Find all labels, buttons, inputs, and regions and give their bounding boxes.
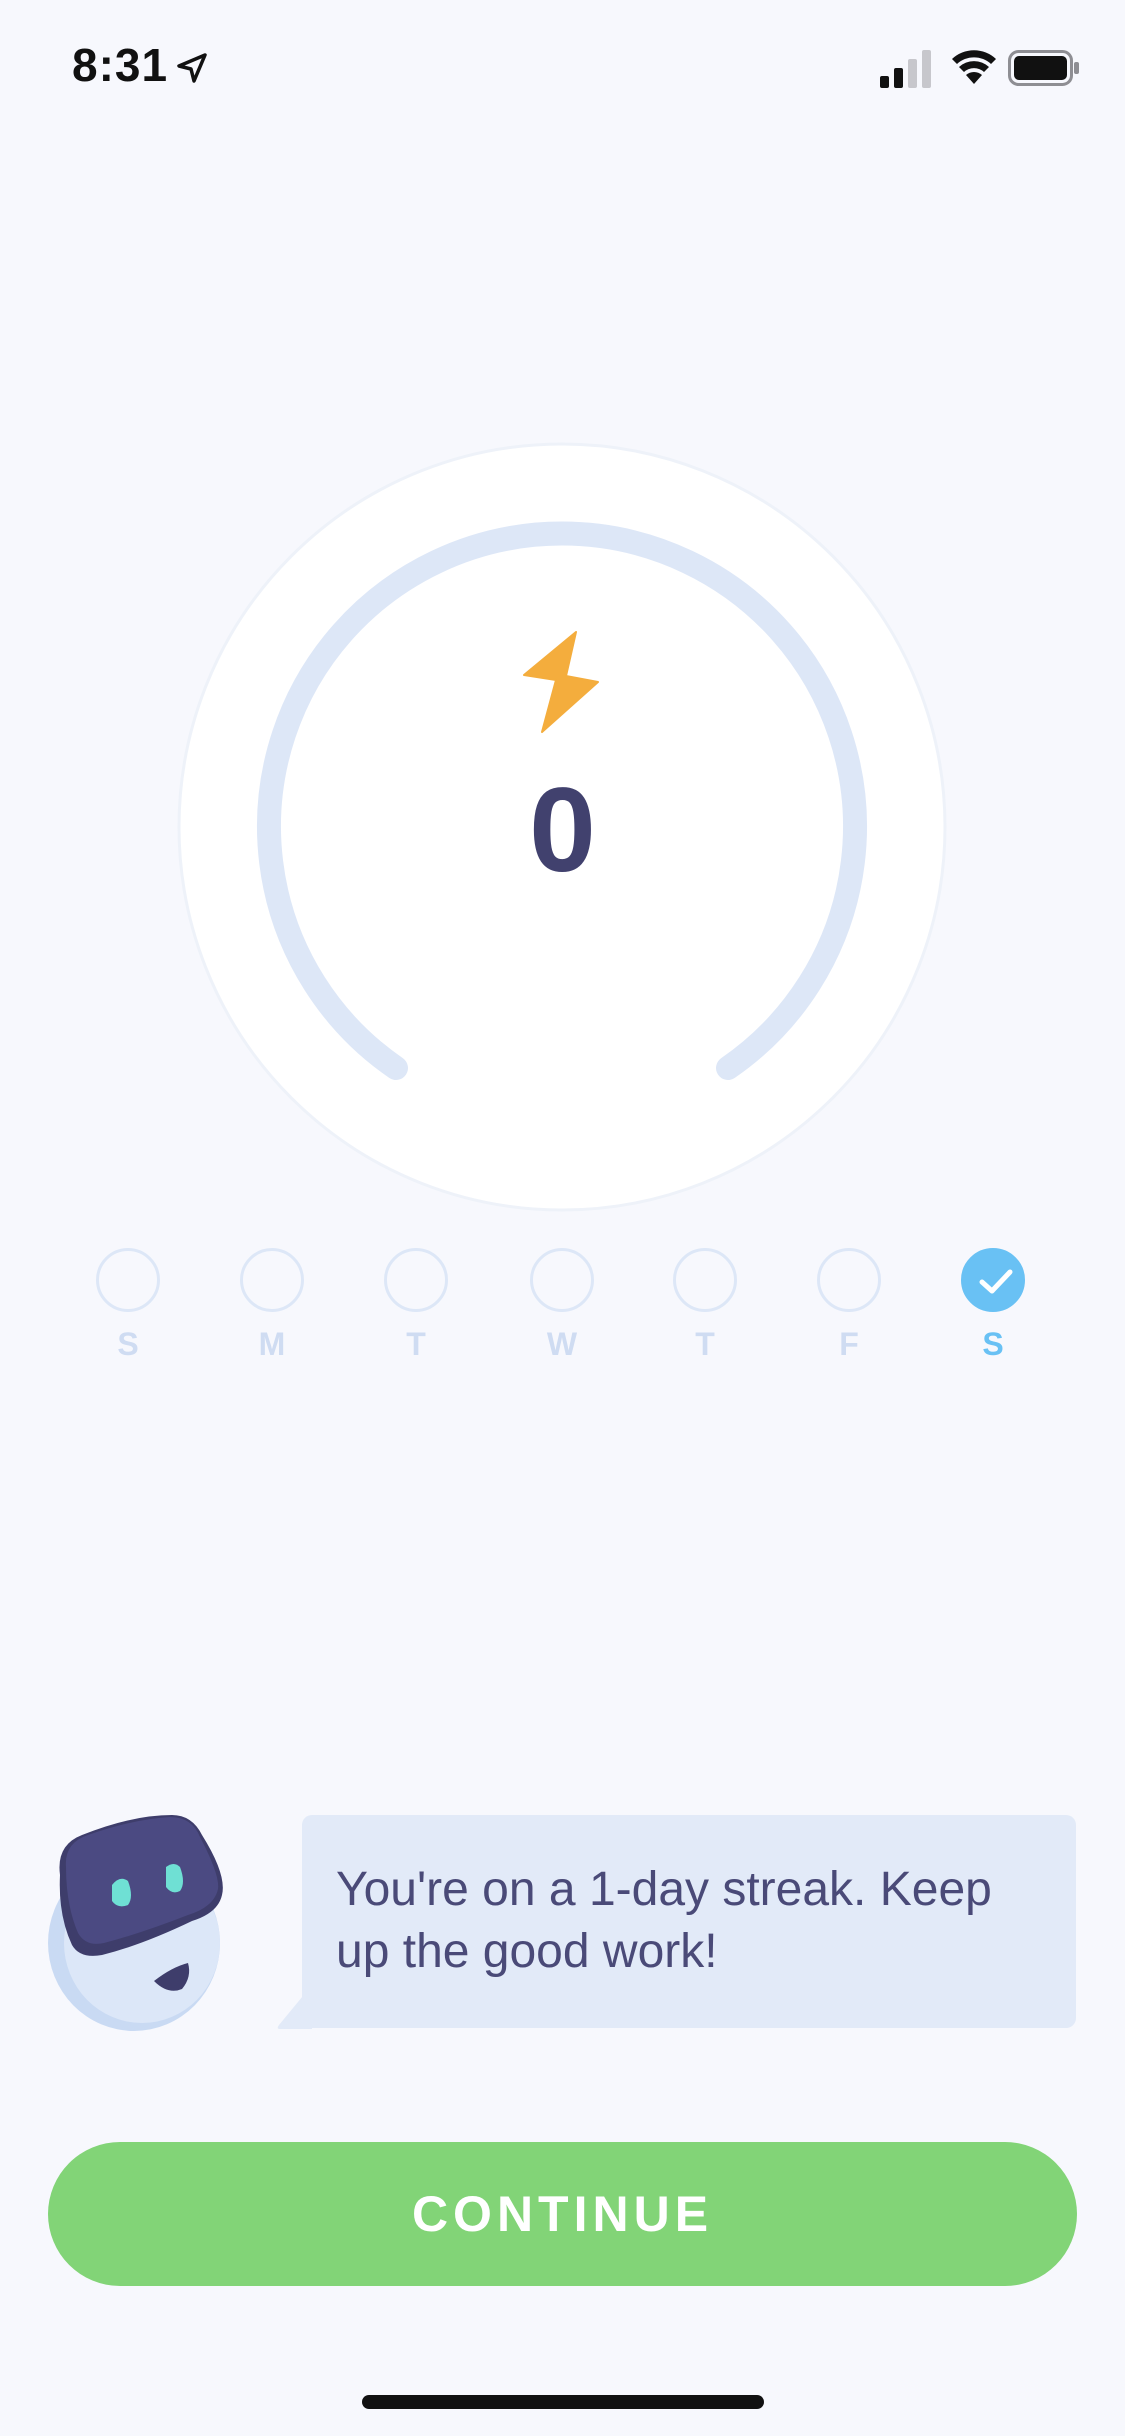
- day-label: T: [406, 1326, 426, 1362]
- day-label: T: [695, 1326, 715, 1362]
- day-sunday: S: [96, 1248, 166, 1363]
- day-label: W: [546, 1326, 578, 1362]
- day-label: S: [982, 1326, 1004, 1362]
- cellular-signal-icon: [880, 50, 931, 88]
- day-circle: [384, 1248, 448, 1312]
- day-circle-completed: [961, 1248, 1025, 1312]
- day-friday: F: [817, 1248, 887, 1363]
- day-circle: [673, 1248, 737, 1312]
- streak-message: You're on a 1-day streak. Keep up the go…: [336, 1863, 992, 1978]
- day-label: S: [117, 1326, 139, 1362]
- day-tuesday: T: [384, 1248, 454, 1363]
- streak-count: 0: [529, 763, 596, 897]
- lightning-bolt-icon: [523, 631, 599, 733]
- day-circle: [96, 1248, 160, 1312]
- home-indicator[interactable]: [362, 2395, 764, 2409]
- day-circle: [240, 1248, 304, 1312]
- battery-icon: [1008, 50, 1079, 86]
- wifi-icon: [952, 50, 996, 84]
- day-wednesday: W: [530, 1248, 600, 1363]
- day-thursday: T: [673, 1248, 743, 1363]
- status-bar: 8:31: [0, 0, 1125, 140]
- day-saturday: S: [961, 1248, 1031, 1363]
- streak-message-bubble: You're on a 1-day streak. Keep up the go…: [302, 1815, 1076, 2028]
- status-time: 8:31: [72, 39, 169, 91]
- robot-mascot-icon: [48, 1815, 223, 2031]
- day-monday: M: [240, 1248, 310, 1363]
- day-label: M: [258, 1326, 286, 1362]
- checkmark-icon: [979, 1269, 1013, 1294]
- day-circle: [817, 1248, 881, 1312]
- day-circle: [530, 1248, 594, 1312]
- continue-button[interactable]: CONTINUE: [48, 2142, 1077, 2286]
- day-label: F: [839, 1326, 859, 1362]
- location-arrow-icon: [177, 53, 207, 83]
